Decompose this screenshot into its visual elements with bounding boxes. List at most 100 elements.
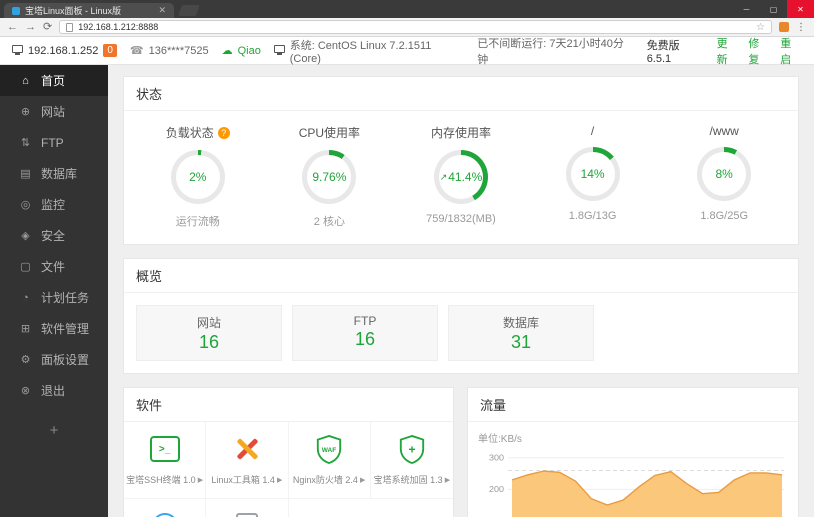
svg-text:WAF: WAF: [322, 447, 336, 454]
software-item[interactable]: [206, 499, 289, 517]
status-gauge: /www 8% 1.8G/25G: [658, 124, 790, 229]
update-link[interactable]: 更新: [717, 35, 739, 67]
software-grid: >_ 宝塔SSH终端 1.0 ▶ Linux工具箱 1.4 ▶ WAF Ngin…: [124, 422, 453, 517]
version-text: 免费版 6.5.1: [646, 39, 680, 65]
bookmark-star-icon[interactable]: ☆: [756, 22, 765, 33]
software-icon: [151, 510, 178, 517]
software-item[interactable]: WAF Nginx防火墙 2.4 ▶: [288, 422, 371, 499]
software-icon: WAF: [315, 433, 343, 465]
overview-box[interactable]: 数据库 31: [448, 305, 594, 361]
sidebar-item-cron[interactable]: ◔ 计划任务: [0, 282, 108, 313]
sidebar-item-monitor[interactable]: ◎ 监控: [0, 189, 108, 220]
software-panel: 软件 >_ 宝塔SSH终端 1.0 ▶ Linux工具箱 1.4 ▶ WAF N…: [123, 387, 454, 517]
sidebar-item-label: FTP: [41, 135, 64, 150]
address-bar[interactable]: 192.168.1.212:8888 ☆: [59, 20, 772, 34]
sidebar-item-icon: ⚙: [20, 354, 31, 366]
system-group: 系统: CentOS Linux 7.2.1511 (Core): [273, 37, 464, 65]
cloud-icon: ☁: [221, 45, 233, 57]
overview-label: 网站: [196, 316, 221, 330]
svg-text:300: 300: [489, 453, 504, 462]
overview-label: FTP: [353, 314, 377, 328]
sidebar-item-site[interactable]: ⊕ 网站: [0, 96, 108, 127]
close-button[interactable]: ✕: [787, 0, 814, 18]
overview-box[interactable]: FTP 16: [292, 305, 438, 361]
header-actions: 免费版 6.5.1 更新 修复 重启: [647, 35, 802, 67]
sidebar: ⌂ 首页 ⊕ 网站 ⇅ FTP ▤ 数据库 ◎ 监控 ◈ 安全 ▢ 文件 ◔ 计…: [0, 65, 108, 517]
forward-icon[interactable]: →: [25, 21, 36, 33]
tab-close-icon[interactable]: ✕: [158, 5, 166, 16]
gauge-label: /: [590, 124, 595, 138]
sidebar-menu: ⌂ 首页 ⊕ 网站 ⇅ FTP ▤ 数据库 ◎ 监控 ◈ 安全 ▢ 文件 ◔ 计…: [0, 65, 108, 406]
status-gauge: / 14% 1.8G/13G: [527, 124, 659, 229]
software-icon: >_: [149, 433, 180, 465]
traffic-panel: 流量 单位:KB/s 100200300: [467, 387, 799, 517]
traffic-body: 单位:KB/s 100200300: [468, 422, 798, 517]
gauge-value: 9.76%: [312, 170, 347, 184]
repair-link[interactable]: 修复: [748, 35, 770, 67]
tab-title: 宝塔Linux面板 - Linux版: [25, 6, 122, 16]
software-item[interactable]: + 宝塔系统加固 1.3 ▶: [370, 422, 453, 499]
software-item[interactable]: Linux工具箱 1.4 ▶: [206, 422, 289, 499]
sidebar-item-label: 安全: [41, 229, 66, 243]
server-ip: 192.168.1.252: [28, 44, 99, 57]
sidebar-item-icon: ◔: [22, 291, 29, 304]
chevron-right-icon: ▶: [197, 476, 204, 484]
sidebar-item-ftp[interactable]: ⇅ FTP: [0, 127, 108, 158]
traffic-panel-title: 流量: [468, 388, 798, 422]
phone-number: 136****7525: [148, 44, 209, 57]
sidebar-item-label: 首页: [41, 74, 66, 88]
software-item[interactable]: [124, 499, 207, 517]
cloud-user-group[interactable]: ☁ Qiao: [221, 44, 261, 58]
sidebar-item-home[interactable]: ⌂ 首页: [0, 65, 108, 96]
sidebar-item-database[interactable]: ▤ 数据库: [0, 158, 108, 189]
message-badge[interactable]: 0: [103, 44, 117, 57]
extension-icon[interactable]: [779, 22, 789, 32]
sidebar-item-label: 网站: [41, 105, 66, 119]
sidebar-item-logout[interactable]: ⊗ 退出: [0, 375, 108, 406]
page-icon: [66, 22, 74, 32]
sidebar-item-files[interactable]: ▢ 文件: [0, 251, 108, 282]
browser-tab[interactable]: 宝塔Linux面板 - Linux版 ✕: [4, 3, 174, 18]
sidebar-add-button[interactable]: +: [0, 422, 108, 439]
overview-boxes: 网站 16 FTP 16 数据库 31: [124, 293, 798, 373]
sidebar-item-software[interactable]: ⊞ 软件管理: [0, 313, 108, 344]
software-item[interactable]: >_ 宝塔SSH终端 1.0 ▶: [124, 422, 207, 499]
browser-tabstrip: 宝塔Linux面板 - Linux版 ✕ ─ ▢ ✕: [0, 0, 814, 18]
gauge-label: CPU使用率: [298, 126, 361, 140]
chevron-right-icon: ▶: [276, 476, 283, 484]
uptime-text: 已不间断运行: 7天21小时40分钟: [477, 37, 624, 66]
url-text[interactable]: 192.168.1.212:8888: [78, 22, 751, 32]
sidebar-item-icon: ⌂: [22, 74, 29, 87]
tab-favicon-icon: [12, 6, 20, 15]
gauge-value: 41.4%: [448, 170, 483, 184]
svg-text:200: 200: [489, 484, 504, 493]
refresh-icon[interactable]: ⟳: [43, 21, 52, 33]
traffic-unit-label: 单位:KB/s: [478, 434, 522, 445]
gauge-sub-label: 2 核心: [313, 216, 345, 228]
chevron-right-icon: ▶: [359, 476, 366, 484]
back-icon[interactable]: ←: [7, 21, 18, 33]
gauge-value: 14%: [580, 167, 605, 181]
phone-group[interactable]: ☎ 136****7525: [130, 44, 209, 58]
uptime-group: 已不间断运行: 7天21小时40分钟: [477, 35, 633, 67]
server-ip-group[interactable]: 192.168.1.252 0: [12, 44, 117, 57]
sidebar-item-icon: ◈: [21, 230, 30, 242]
minimize-button[interactable]: ─: [733, 0, 760, 18]
chevron-right-icon: ▶: [444, 476, 451, 484]
sidebar-item-security[interactable]: ◈ 安全: [0, 220, 108, 251]
help-icon[interactable]: ?: [217, 126, 230, 139]
sidebar-item-icon: ⊗: [20, 385, 31, 397]
sidebar-item-icon: ◎: [20, 199, 31, 211]
restart-link[interactable]: 重启: [780, 35, 802, 67]
overview-box[interactable]: 网站 16: [136, 305, 282, 361]
bottom-row: 软件 >_ 宝塔SSH终端 1.0 ▶ Linux工具箱 1.4 ▶ WAF N…: [123, 387, 799, 517]
sidebar-item-icon: ▢: [20, 261, 31, 273]
status-gauges: 负载状态 ? 2% 运行流畅 CPU使用率 9.76% 2 核心 内存使用率 ↗…: [124, 111, 798, 244]
maximize-button[interactable]: ▢: [760, 0, 787, 18]
overview-value: 16: [198, 332, 220, 352]
sidebar-item-icon: ▤: [20, 168, 31, 180]
browser-menu-icon[interactable]: ⋮: [796, 22, 807, 33]
sidebar-item-settings[interactable]: ⚙ 面板设置: [0, 344, 108, 375]
sidebar-item-label: 面板设置: [41, 353, 90, 367]
new-tab-button[interactable]: [177, 5, 201, 16]
